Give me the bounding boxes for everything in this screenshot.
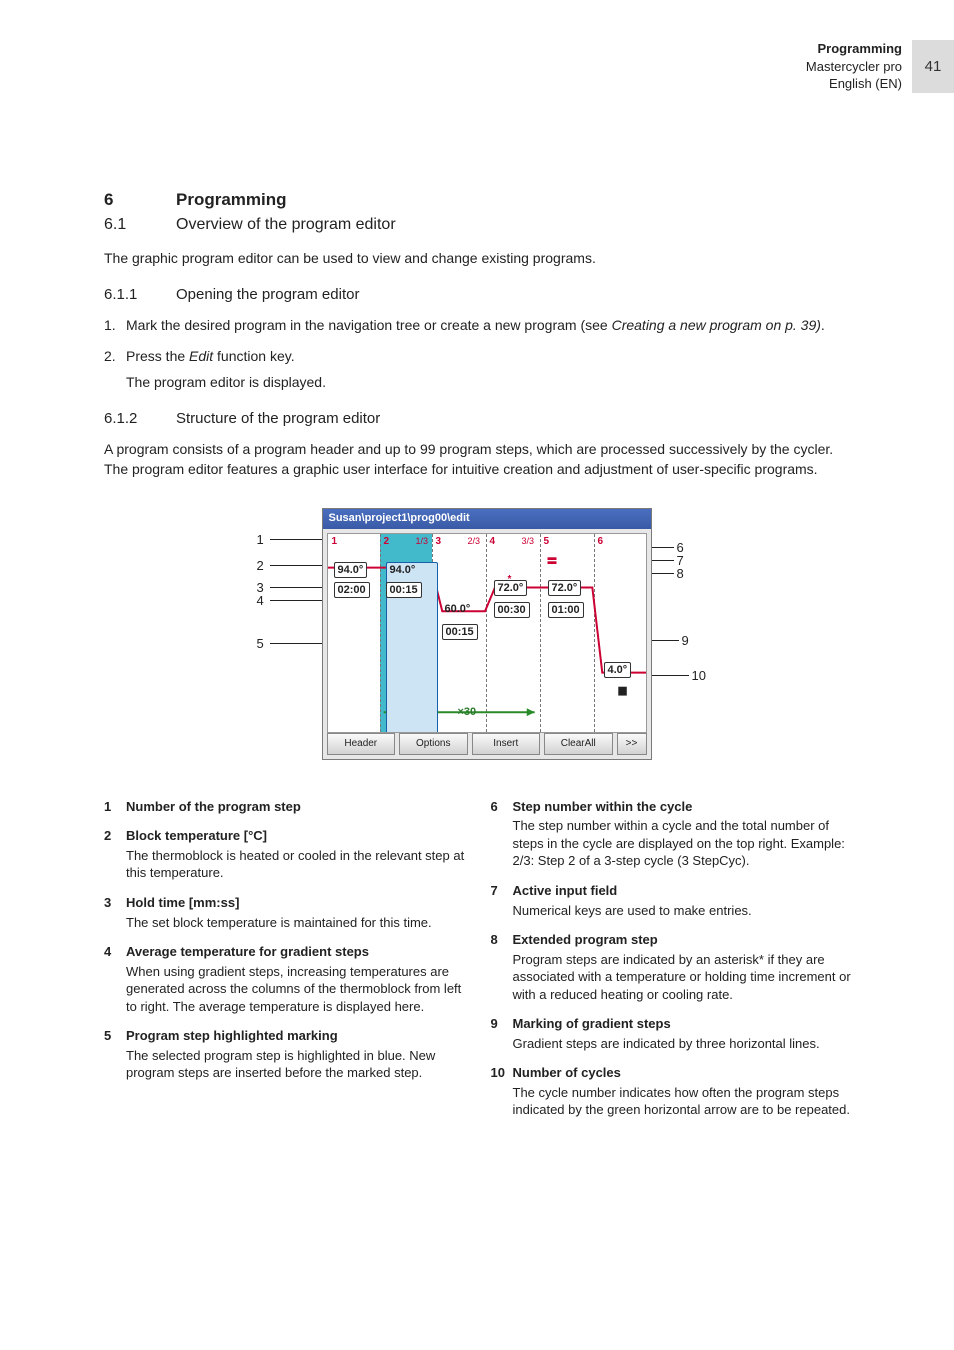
legend-item: 9Marking of gradient steps Gradient steps… — [491, 1015, 860, 1052]
profile-line — [328, 534, 646, 732]
clearall-button[interactable]: ClearAll — [544, 733, 613, 755]
legend-item: 6Step number within the cycleThe step nu… — [491, 798, 860, 870]
hold-value: 00:30 — [494, 602, 530, 618]
legend-number: 8 — [491, 931, 513, 1003]
legend-desc: Program steps are indicated by an asteri… — [513, 951, 860, 1004]
callout-label: 10 — [692, 668, 706, 683]
next-button[interactable]: >> — [617, 733, 647, 755]
callout-label: 8 — [677, 566, 684, 581]
callout-label: 4 — [257, 593, 264, 608]
legend-title: Block temperature [°C] — [126, 827, 473, 845]
legend-item: 3Hold time [mm:ss] The set block temperat… — [104, 894, 473, 931]
legend-desc: The cycle number indicates how often the… — [513, 1084, 860, 1119]
page-header: Programming Mastercycler pro English (EN… — [806, 40, 954, 93]
legend-item: 2Block temperature [°C] The thermoblock i… — [104, 827, 473, 882]
legend-number: 7 — [491, 882, 513, 919]
legend-item: 7Active input field Numerical keys are us… — [491, 882, 860, 919]
editor-plot: 1 2 1/3 3 2/3 4 3/3 5 6 — [327, 533, 647, 733]
step-item: 2. Press the Edit function key. The prog… — [104, 346, 859, 393]
hold-icon: ▮▮ — [618, 684, 626, 697]
legend-desc: The set block temperature is maintained … — [126, 914, 432, 932]
callout-label: 5 — [257, 636, 264, 651]
legend-number: 1 — [104, 798, 126, 816]
legend-item: 5Program step highlighted marking The sel… — [104, 1027, 473, 1082]
temp-value: 4.0° — [604, 662, 632, 678]
callout-label: 1 — [257, 532, 264, 547]
legend-title: Average temperature for gradient steps — [126, 943, 473, 961]
options-button[interactable]: Options — [399, 733, 468, 755]
legend-number: 3 — [104, 894, 126, 931]
legend-item: 4Average temperature for gradient steps W… — [104, 943, 473, 1015]
temp-value: 72.0° — [494, 580, 528, 596]
header-section: Programming — [806, 40, 902, 58]
temp-value: 94.0° — [334, 562, 368, 578]
legend-desc: When using gradient steps, increasing te… — [126, 963, 473, 1016]
page-number: 41 — [912, 40, 954, 93]
callout-label: 9 — [682, 633, 689, 648]
legend-item: 1Number of the program step — [104, 798, 473, 816]
insert-button[interactable]: Insert — [472, 733, 541, 755]
legend-title: Extended program step — [513, 931, 860, 949]
legend-title: Marking of gradient steps — [513, 1015, 820, 1033]
subsubsection-heading: 6.1.1Opening the program editor — [104, 286, 859, 303]
cycles-label: ×30 — [458, 706, 477, 718]
editor-window: Susan\project1\prog00\edit 1 2 1/3 — [322, 508, 652, 760]
paragraph: A program consists of a program header a… — [104, 439, 859, 480]
step-item: 1. Mark the desired program in the navig… — [104, 315, 859, 335]
legend-number: 10 — [491, 1064, 513, 1119]
legend-desc: Gradient steps are indicated by three ho… — [513, 1035, 820, 1053]
legend-desc: Numerical keys are used to make entries. — [513, 902, 752, 920]
legend-title: Hold time [mm:ss] — [126, 894, 432, 912]
intro-paragraph: The graphic program editor can be used t… — [104, 248, 859, 268]
legend-number: 5 — [104, 1027, 126, 1082]
hold-value: 00:15 — [442, 624, 478, 640]
temp-value: 60.0° — [442, 602, 474, 616]
editor-titlebar: Susan\project1\prog00\edit — [323, 509, 651, 529]
legend-desc: The thermoblock is heated or cooled in t… — [126, 847, 473, 882]
subsection-heading: 6.1Overview of the program editor — [104, 216, 859, 234]
hold-value: 01:00 — [548, 602, 584, 618]
legend-number: 6 — [491, 798, 513, 870]
legend-item: 8Extended program step Program steps are … — [491, 931, 860, 1003]
figure-legend: 1Number of the program step2Block temper… — [104, 798, 859, 1131]
xref-link[interactable]: Creating a new program on p. 39) — [612, 317, 821, 333]
legend-item: 10Number of cycles The cycle number indic… — [491, 1064, 860, 1119]
hold-value: 00:15 — [386, 582, 422, 598]
hold-value: 02:00 — [334, 582, 370, 598]
header-product: Mastercycler pro — [806, 58, 902, 76]
legend-number: 9 — [491, 1015, 513, 1052]
legend-number: 4 — [104, 943, 126, 1015]
callout-label: 2 — [257, 558, 264, 573]
legend-desc: The step number within a cycle and the t… — [513, 817, 860, 870]
legend-title: Number of the program step — [126, 798, 301, 816]
legend-title: Step number within the cycle — [513, 798, 860, 816]
section-heading: 6Programming — [104, 190, 859, 210]
legend-desc: The selected program step is highlighted… — [126, 1047, 473, 1082]
subsubsection-heading: 6.1.2Structure of the program editor — [104, 410, 859, 427]
legend-title: Active input field — [513, 882, 752, 900]
header-lang: English (EN) — [806, 75, 902, 93]
temp-value: 72.0° — [548, 580, 582, 596]
header-button[interactable]: Header — [327, 733, 396, 755]
program-editor-figure: 1 2 3 4 5 6 7 8 9 10 — [202, 508, 762, 768]
legend-title: Program step highlighted marking — [126, 1027, 473, 1045]
legend-number: 2 — [104, 827, 126, 882]
legend-title: Number of cycles — [513, 1064, 860, 1082]
